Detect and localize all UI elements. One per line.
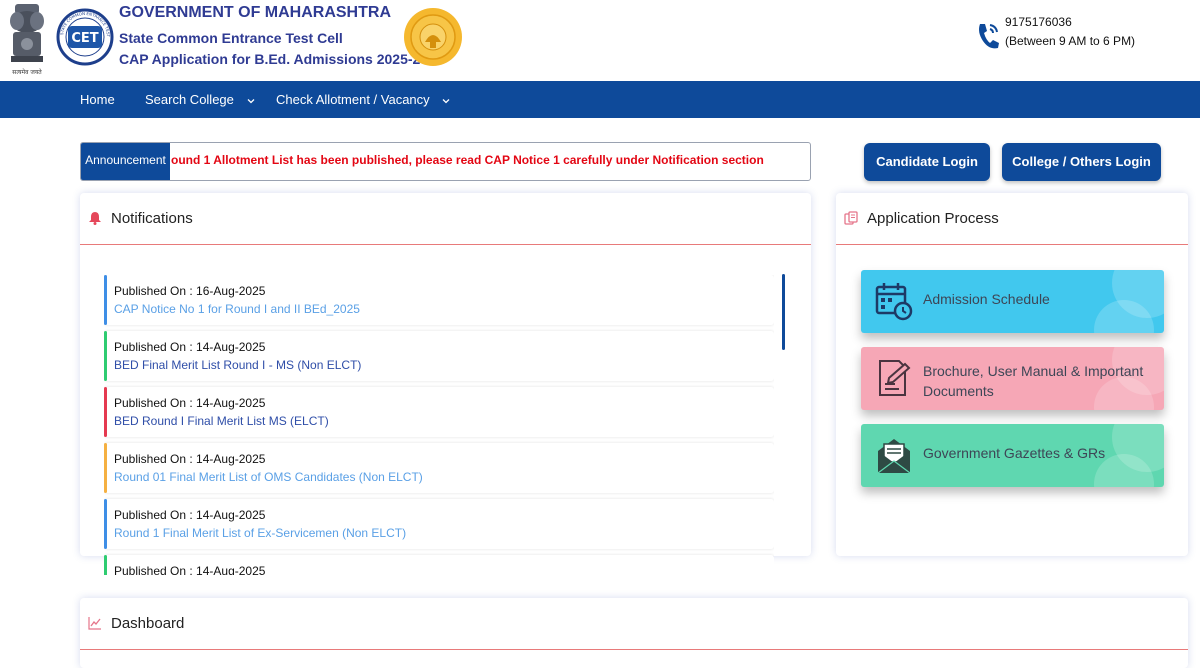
notifications-header: Notifications bbox=[80, 193, 811, 245]
notification-link[interactable]: BED Round I Final Merit List MS (ELCT) bbox=[114, 414, 329, 428]
notification-item[interactable]: Published On : 14-Aug-2025 BED Round I Fi… bbox=[104, 387, 774, 437]
announcement-marquee[interactable]: ound 1 Allotment List has been published… bbox=[170, 143, 764, 180]
nav-home[interactable]: Home bbox=[80, 81, 115, 118]
bell-icon bbox=[89, 212, 101, 225]
notification-published-date: Published On : 14-Aug-2025 bbox=[114, 396, 266, 410]
government-gazettes-button[interactable]: Government Gazettes & GRs bbox=[861, 424, 1164, 487]
main-nav: Home Search College Check Allotment / Va… bbox=[0, 81, 1200, 118]
admission-schedule-button[interactable]: Admission Schedule bbox=[861, 270, 1164, 333]
notification-published-date: Published On : 14-Aug-2025 bbox=[114, 452, 266, 466]
helpline-hours: (Between 9 AM to 6 PM) bbox=[1005, 34, 1136, 48]
chevron-down-icon bbox=[442, 98, 450, 103]
svg-text:CET: CET bbox=[71, 31, 98, 46]
candidate-login-button[interactable]: Candidate Login bbox=[864, 143, 990, 181]
application-title: CAP Application for B.Ed. Admissions 202… bbox=[119, 51, 429, 67]
notification-published-date: Published On : 14-Aug-2025 bbox=[114, 340, 266, 354]
notification-link[interactable]: CAP Notice No 1 for Round I and II BEd_2… bbox=[114, 302, 360, 316]
notification-color-bar bbox=[104, 443, 107, 493]
admission-schedule-label: Admission Schedule bbox=[923, 291, 1050, 307]
chart-line-icon bbox=[88, 617, 101, 630]
notification-color-bar bbox=[104, 331, 107, 381]
notifications-list: Published On : 16-Aug-2025 CAP Notice No … bbox=[104, 275, 774, 575]
application-process-header: Application Process bbox=[836, 193, 1188, 245]
brochure-documents-button[interactable]: Brochure, User Manual & Important Docume… bbox=[861, 347, 1164, 410]
notifications-card: Notifications Published On : 16-Aug-2025… bbox=[80, 193, 811, 575]
svg-text:सत्यमेव जयते: सत्यमेव जयते bbox=[12, 68, 42, 76]
envelope-document-icon bbox=[877, 439, 911, 474]
notification-link[interactable]: Round 01 Final Merit List of OMS Candida… bbox=[114, 470, 423, 484]
org-title: GOVERNMENT OF MAHARASHTRA bbox=[119, 4, 391, 21]
notification-link[interactable]: Round 1 Final Merit List of Ex-Serviceme… bbox=[114, 526, 406, 540]
brochure-documents-label: Brochure, User Manual & Important Docume… bbox=[923, 363, 1144, 399]
dashboard-card: Dashboard bbox=[80, 598, 1188, 668]
notification-color-bar bbox=[104, 499, 107, 549]
notification-item[interactable]: Published On : 16-Aug-2025 CAP Notice No … bbox=[104, 275, 774, 325]
notification-published-date: Published On : 14-Aug-2025 bbox=[114, 564, 266, 575]
documents-icon bbox=[844, 211, 858, 225]
notifications-title: Notifications bbox=[111, 210, 193, 227]
nav-search-college[interactable]: Search College bbox=[145, 81, 256, 118]
calendar-clock-icon bbox=[875, 283, 913, 321]
notifications-scrollbar[interactable] bbox=[782, 274, 785, 350]
nav-search-college-label: Search College bbox=[145, 92, 234, 107]
notification-color-bar bbox=[104, 555, 107, 575]
application-process-card: Application Process Admission Schedule B… bbox=[836, 193, 1188, 556]
notification-item[interactable]: Published On : 14-Aug-2025 bbox=[104, 555, 774, 575]
notification-color-bar bbox=[104, 275, 107, 325]
announcement-label: Announcement bbox=[81, 143, 170, 180]
dashboard-header: Dashboard bbox=[80, 598, 1188, 650]
site-header: सत्यमेव जयते CET STATE COMMON ENTRANCE T… bbox=[0, 0, 1200, 81]
national-emblem-icon: सत्यमेव जयते bbox=[10, 4, 44, 76]
application-process-title: Application Process bbox=[867, 210, 999, 227]
helpline-number: 9175176036 bbox=[1005, 15, 1072, 29]
document-edit-icon bbox=[879, 360, 911, 396]
notification-published-date: Published On : 14-Aug-2025 bbox=[114, 508, 266, 522]
nav-check-allotment-label: Check Allotment / Vacancy bbox=[276, 92, 430, 107]
org-subtitle: State Common Entrance Test Cell bbox=[119, 30, 343, 46]
notification-item[interactable]: Published On : 14-Aug-2025 Round 01 Final… bbox=[104, 443, 774, 493]
notification-link[interactable]: BED Final Merit List Round I - MS (Non E… bbox=[114, 358, 361, 372]
header-titles: GOVERNMENT OF MAHARASHTRA State Common E… bbox=[119, 4, 429, 67]
notification-published-date: Published On : 16-Aug-2025 bbox=[114, 284, 266, 298]
cet-logo: CET STATE COMMON ENTRANCE TEST CELL • MA… bbox=[56, 3, 114, 66]
nav-home-label: Home bbox=[80, 92, 115, 107]
chevron-down-icon bbox=[247, 98, 254, 103]
dashboard-title: Dashboard bbox=[111, 615, 185, 632]
notification-color-bar bbox=[104, 387, 107, 437]
government-gazettes-label: Government Gazettes & GRs bbox=[923, 445, 1106, 461]
college-login-button[interactable]: College / Others Login bbox=[1002, 143, 1161, 181]
announcement-bar: Announcement ound 1 Allotment List has b… bbox=[80, 142, 811, 181]
notification-item[interactable]: Published On : 14-Aug-2025 BED Final Meri… bbox=[104, 331, 774, 381]
notification-item[interactable]: Published On : 14-Aug-2025 Round 1 Final … bbox=[104, 499, 774, 549]
nav-check-allotment[interactable]: Check Allotment / Vacancy bbox=[276, 81, 451, 118]
phone-icon bbox=[979, 24, 999, 49]
maharashtra-seal-icon bbox=[404, 8, 462, 66]
